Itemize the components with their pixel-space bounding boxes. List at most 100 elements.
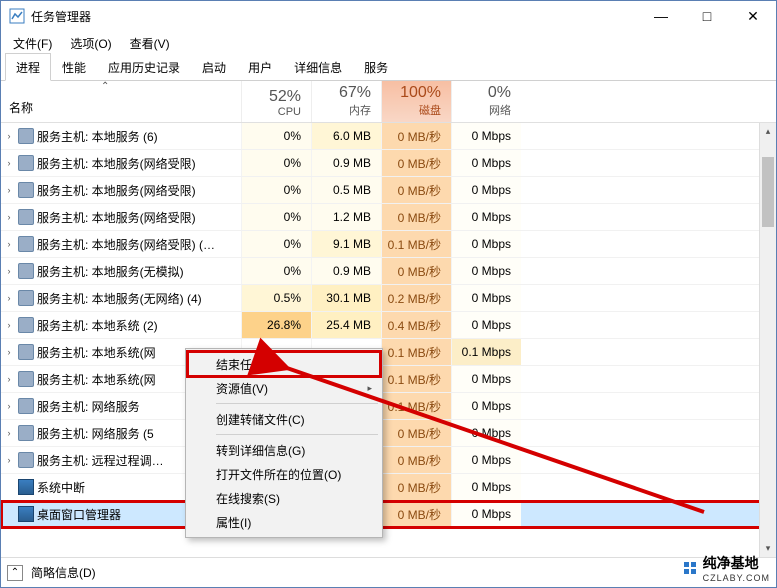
cell-disk: 0 MB/秒 — [381, 420, 451, 446]
brief-info-link[interactable]: 简略信息(D) — [31, 564, 96, 581]
process-row[interactable]: ›服务主机: 网络服务0.1 MB/秒0 Mbps — [1, 393, 776, 420]
status-bar: ⌃ 简略信息(D) — [1, 557, 776, 587]
expand-caret-icon[interactable]: › — [3, 131, 15, 141]
process-icon — [18, 290, 34, 306]
expand-caret-icon[interactable]: › — [3, 239, 15, 249]
process-name-cell[interactable]: ›服务主机: 本地服务(网络受限) — [1, 182, 241, 199]
cell-net: 0 Mbps — [451, 447, 521, 473]
minimize-button[interactable]: — — [638, 1, 684, 31]
watermark-url: CZLABY.COM — [703, 573, 770, 583]
process-name-cell[interactable]: › 服务主机: 本地系统 (2) — [1, 317, 241, 334]
process-row[interactable]: ›服务主机: 本地服务(无模拟)0%0.9 MB0 MB/秒0 Mbps — [1, 258, 776, 285]
tab-app-history[interactable]: 应用历史记录 — [97, 53, 191, 80]
context-menu-item[interactable]: 在线搜索(S) — [188, 486, 380, 510]
tab-users[interactable]: 用户 — [237, 53, 283, 80]
column-disk[interactable]: 100% 磁盘 — [381, 81, 451, 122]
process-row[interactable]: ›服务主机: 本地服务(网络受限)0%0.9 MB0 MB/秒0 Mbps — [1, 150, 776, 177]
expand-caret-icon[interactable]: ⌃ — [7, 565, 23, 581]
process-row[interactable]: ›服务主机: 本地服务(网络受限) (…0%9.1 MB0.1 MB/秒0 Mb… — [1, 231, 776, 258]
cell-mem: 0.9 MB — [311, 258, 381, 284]
tab-performance[interactable]: 性能 — [51, 53, 97, 80]
process-name-label: 服务主机: 本地服务(无模拟) — [37, 263, 184, 280]
process-row[interactable]: ›服务主机: 本地服务(无网络) (4)0.5%30.1 MB0.2 MB/秒0… — [1, 285, 776, 312]
column-cpu[interactable]: 52% CPU — [241, 81, 311, 122]
mem-header-label: 内存 — [349, 102, 371, 118]
close-button[interactable]: ✕ — [730, 1, 776, 31]
process-row[interactable]: 系统中断0 MB/秒0 Mbps — [1, 474, 776, 501]
expand-caret-icon[interactable]: › — [3, 266, 15, 276]
cpu-header-pct: 52% — [269, 88, 301, 106]
process-row[interactable]: ›服务主机: 本地服务(网络受限)0%1.2 MB0 MB/秒0 Mbps — [1, 204, 776, 231]
cell-disk: 0.1 MB/秒 — [381, 231, 451, 257]
watermark: 纯净基地 CZLABY.COM — [681, 553, 770, 583]
process-name-cell[interactable]: ›服务主机: 本地服务(网络受限) — [1, 209, 241, 226]
watermark-text: 纯净基地 — [703, 553, 759, 573]
expand-caret-icon[interactable]: › — [3, 158, 15, 168]
vertical-scrollbar[interactable]: ▴ ▾ — [759, 123, 776, 557]
menu-view[interactable]: 查看(V) — [122, 31, 178, 56]
process-name-cell[interactable]: › 服务主机: 本地服务(无模拟) — [1, 263, 241, 280]
menubar: 文件(F) 选项(O) 查看(V) — [1, 31, 776, 55]
process-icon — [18, 236, 34, 252]
cell-mem: 6.0 MB — [311, 123, 381, 149]
process-row[interactable]: ›服务主机: 本地系统(网0.1 MB/秒0 Mbps — [1, 366, 776, 393]
process-icon — [18, 452, 34, 468]
process-icon — [18, 506, 34, 522]
context-menu-item[interactable]: 资源值(V)▸ — [188, 376, 380, 400]
cell-disk: 0 MB/秒 — [381, 123, 451, 149]
tab-bar: 进程 性能 应用历史记录 启动 用户 详细信息 服务 — [1, 55, 776, 81]
cell-disk: 0 MB/秒 — [381, 177, 451, 203]
process-row[interactable]: ›服务主机: 网络服务 (50 MB/秒0 Mbps — [1, 420, 776, 447]
tab-startup[interactable]: 启动 — [191, 53, 237, 80]
menu-file[interactable]: 文件(F) — [5, 31, 60, 56]
scrollbar-thumb[interactable] — [762, 157, 774, 227]
net-header-label: 网络 — [489, 102, 511, 118]
maximize-button[interactable]: □ — [684, 1, 730, 31]
expand-caret-icon[interactable]: › — [3, 374, 15, 384]
expand-caret-icon[interactable]: › — [3, 455, 15, 465]
process-icon — [18, 128, 34, 144]
expand-caret-icon[interactable]: › — [3, 347, 15, 357]
cell-net: 0 Mbps — [451, 123, 521, 149]
process-name-cell[interactable]: ›服务主机: 本地服务(网络受限) (… — [1, 236, 241, 253]
context-menu-item[interactable]: 打开文件所在的位置(O) — [188, 462, 380, 486]
process-row[interactable]: ›服务主机: 本地服务 (6)0%6.0 MB0 MB/秒0 Mbps — [1, 123, 776, 150]
process-row[interactable]: ›服务主机: 远程过程调…0 MB/秒0 Mbps — [1, 447, 776, 474]
context-menu-item[interactable]: 转到详细信息(G) — [188, 438, 380, 462]
cell-cpu: 0.5% — [241, 285, 311, 311]
context-menu-item[interactable]: 结束任务(E) — [188, 352, 380, 376]
cell-cpu: 26.8% — [241, 312, 311, 338]
context-menu-item[interactable]: 属性(I) — [188, 510, 380, 534]
expand-caret-icon[interactable]: › — [3, 320, 15, 330]
cell-disk: 0.4 MB/秒 — [381, 312, 451, 338]
process-name-cell[interactable]: ›服务主机: 本地服务(无网络) (4) — [1, 290, 241, 307]
expand-caret-icon[interactable]: › — [3, 185, 15, 195]
cell-cpu: 0% — [241, 258, 311, 284]
menu-options[interactable]: 选项(O) — [62, 31, 119, 56]
titlebar[interactable]: 任务管理器 — □ ✕ — [1, 1, 776, 31]
window-buttons: — □ ✕ — [638, 1, 776, 31]
process-name-label: 服务主机: 本地系统 (2) — [37, 317, 158, 334]
tab-processes[interactable]: 进程 — [5, 53, 51, 81]
process-row[interactable]: ›服务主机: 本地系统 (2)26.8%25.4 MB0.4 MB/秒0 Mbp… — [1, 312, 776, 339]
column-memory[interactable]: 67% 内存 — [311, 81, 381, 122]
column-network[interactable]: 0% 网络 — [451, 81, 521, 122]
cell-cpu: 0% — [241, 150, 311, 176]
expand-caret-icon[interactable]: › — [3, 428, 15, 438]
process-row[interactable]: ›服务主机: 本地系统(网0.1 MB/秒0.1 Mbps — [1, 339, 776, 366]
process-icon — [18, 263, 34, 279]
tab-details[interactable]: 详细信息 — [283, 53, 353, 80]
expand-caret-icon[interactable]: › — [3, 212, 15, 222]
process-row[interactable]: ›服务主机: 本地服务(网络受限)0%0.5 MB0 MB/秒0 Mbps — [1, 177, 776, 204]
cell-mem: 9.1 MB — [311, 231, 381, 257]
context-menu-item[interactable]: 创建转储文件(C) — [188, 407, 380, 431]
process-name-cell[interactable]: ›服务主机: 本地服务(网络受限) — [1, 155, 241, 172]
scroll-up-icon[interactable]: ▴ — [760, 123, 776, 140]
expand-caret-icon[interactable]: › — [3, 293, 15, 303]
expand-caret-icon[interactable]: › — [3, 401, 15, 411]
cell-disk: 0 MB/秒 — [381, 447, 451, 473]
process-row[interactable]: 桌面窗口管理器0%10.7 MB0 MB/秒0 Mbps — [1, 501, 776, 528]
process-name-cell[interactable]: ›服务主机: 本地服务 (6) — [1, 128, 241, 145]
column-name[interactable]: ⌃ 名称 — [1, 81, 241, 122]
tab-services[interactable]: 服务 — [353, 53, 399, 80]
